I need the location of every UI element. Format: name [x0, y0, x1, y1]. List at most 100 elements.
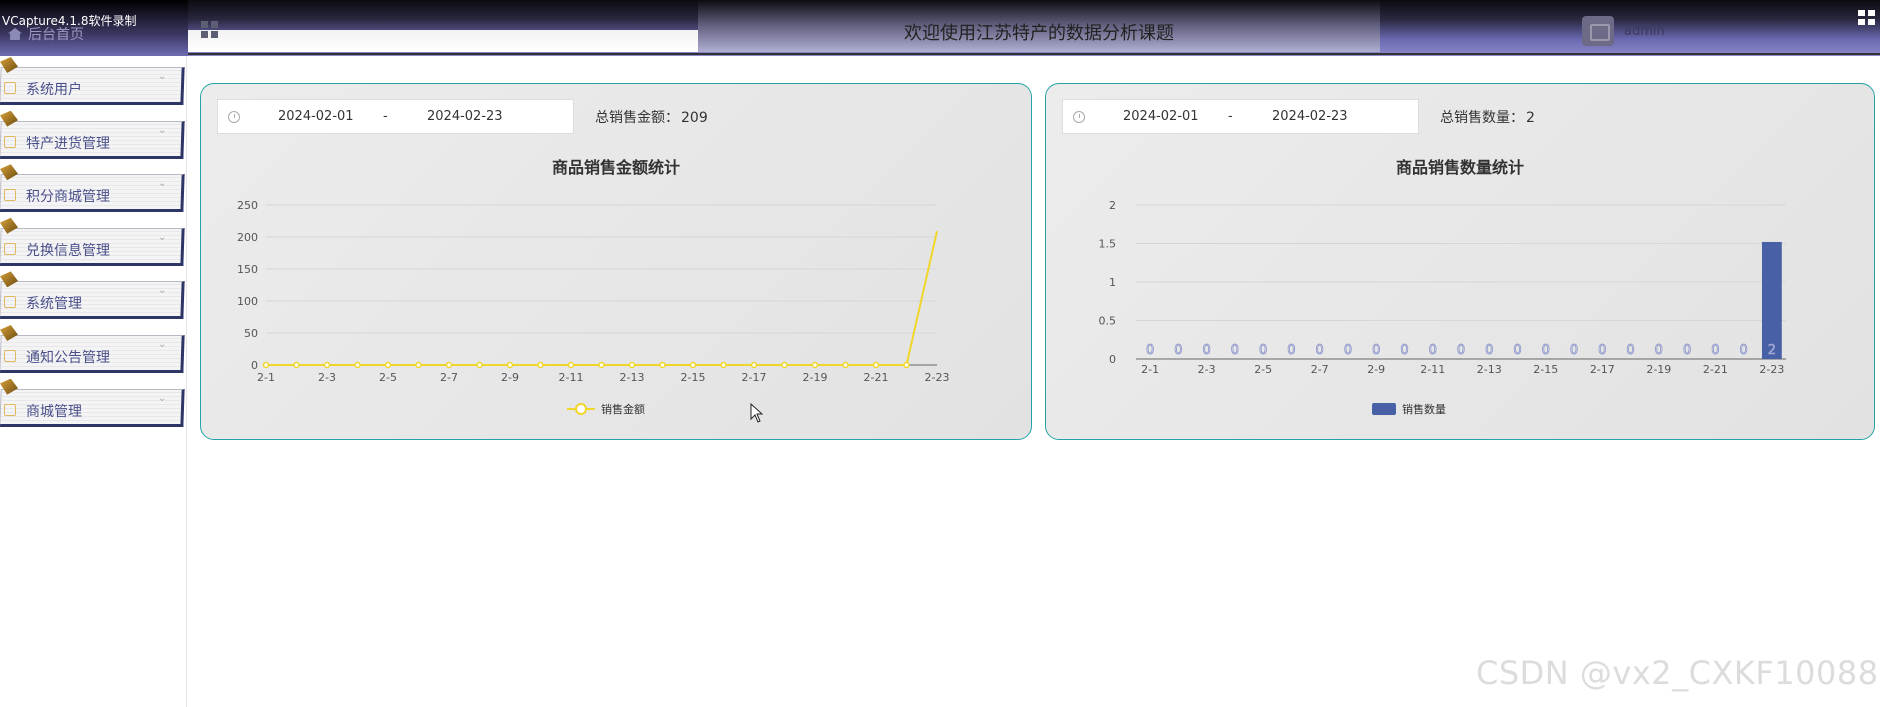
x-tick-label: 2-7	[440, 371, 458, 384]
data-point	[262, 361, 270, 369]
menu-toggle-grid-icon[interactable]	[201, 21, 218, 38]
y-tick-label: 50	[244, 327, 258, 340]
data-label: 0	[1287, 343, 1295, 358]
legend-swatch	[1372, 403, 1396, 415]
y-tick-label: 0	[1109, 353, 1116, 366]
data-label: 0	[1231, 343, 1239, 358]
data-point	[872, 361, 880, 369]
data-point	[354, 361, 361, 369]
x-tick-label: 2-23	[1759, 363, 1784, 376]
data-point	[628, 361, 636, 369]
sidebar-item-label: 系统用户	[26, 82, 82, 98]
data-point	[598, 361, 605, 369]
y-tick-label: 100	[237, 295, 258, 308]
x-tick-label: 2-21	[1703, 363, 1728, 376]
data-label: 0	[1372, 343, 1380, 358]
data-point	[506, 361, 514, 369]
header-divider	[188, 53, 1880, 55]
sidebar-item[interactable]: 通知公告管理 ⌄	[0, 325, 186, 373]
data-label: 0	[1146, 343, 1154, 358]
data-label: 2	[1768, 343, 1776, 358]
user-icon	[4, 82, 16, 94]
sidebar-item[interactable]: 积分商城管理 ⌄	[0, 164, 186, 213]
y-tick-label: 150	[237, 263, 258, 276]
series-line	[266, 231, 938, 366]
data-label: 0	[1570, 343, 1578, 358]
bar	[1761, 241, 1782, 359]
sidebar-item[interactable]: 特产进货管理 ⌄	[0, 110, 186, 159]
sidebar-item-label: 系统管理	[26, 296, 82, 313]
data-label: 0	[1683, 343, 1691, 358]
page-title: 欢迎使用江苏特产的数据分析课题	[904, 23, 1174, 44]
data-label: 0	[1711, 343, 1719, 358]
chevron-down-icon: ⌄	[158, 124, 167, 136]
x-tick-label: 2-1	[1141, 363, 1159, 376]
x-tick-label: 2-15	[1533, 363, 1558, 376]
x-tick-label: 2-17	[742, 371, 767, 384]
sidebar-item[interactable]: 兑换信息管理 ⌄	[0, 217, 186, 266]
user-menu[interactable]: admin	[1582, 16, 1665, 46]
data-label: 0	[1513, 343, 1521, 358]
data-point	[689, 361, 697, 369]
home-icon	[8, 28, 22, 40]
x-tick-label: 2-17	[1590, 363, 1615, 376]
chevron-down-icon: ⌄	[158, 231, 167, 243]
data-point	[811, 361, 819, 369]
data-point	[567, 361, 575, 369]
chevron-down-icon: ⌄	[158, 285, 167, 297]
y-tick-label: 1.5	[1099, 238, 1117, 251]
sidebar-item-label: 特产进货管理	[26, 135, 110, 152]
y-tick-label: 1	[1109, 276, 1116, 289]
data-point	[659, 361, 666, 369]
data-label: 0	[1457, 343, 1465, 358]
sidebar-item[interactable]: 系统用户 ⌄	[0, 57, 186, 105]
x-tick-label: 2-9	[501, 371, 519, 384]
username[interactable]: admin	[1624, 24, 1665, 39]
amount-line-chart: 0501001502002502-1 2-3 2-5 2-7 2-9 2-11 2-13 2-…	[237, 199, 950, 416]
avatar[interactable]	[1582, 16, 1614, 46]
data-point	[750, 361, 758, 369]
box-icon	[4, 242, 16, 255]
sidebar-item-label: 商城管理	[26, 403, 82, 420]
data-label: 0	[1485, 343, 1493, 358]
sidebar-item-label: 积分商城管理	[26, 189, 110, 206]
data-point	[720, 361, 727, 369]
info-icon	[4, 350, 16, 362]
sidebar-item-label: 兑换信息管理	[26, 242, 110, 259]
data-label: 0	[1739, 343, 1747, 358]
data-point	[415, 361, 422, 369]
legend-label: 销售金额	[601, 402, 645, 416]
data-label: 0	[1429, 343, 1437, 358]
x-tick-label: 2-23	[925, 371, 950, 384]
data-point	[537, 361, 544, 369]
x-tick-label: 2-15	[681, 371, 706, 384]
home-link[interactable]: 后台首页	[8, 24, 84, 44]
y-tick-label: 2	[1109, 199, 1116, 212]
sales-amount-panel: 2024-02-01 - 2024-02-23 总销售金额： 209 商品销售金额…	[200, 83, 1032, 440]
box-icon	[4, 135, 16, 148]
legend-marker	[575, 403, 587, 415]
y-tick-label: 200	[237, 231, 258, 244]
sidebar-item[interactable]: 系统管理 ⌄	[0, 271, 186, 320]
data-point	[445, 361, 453, 369]
quantity-bar-chart: 0 0.5 1 1.5 2 2-1 2-3 2-5 2-7 2-9 2-11 2-13 2-15 2-17…	[1099, 199, 1786, 416]
x-tick-label: 2-9	[1367, 363, 1385, 376]
box-icon	[4, 189, 16, 202]
sales-quantity-panel: 2024-02-01 - 2024-02-23 总销售数量： 2 商品销售数量统计…	[1045, 83, 1875, 440]
x-tick-label: 2-5	[1254, 363, 1272, 376]
x-tick-label: 2-19	[803, 371, 828, 384]
sidebar-item-label: 通知公告管理	[26, 350, 110, 366]
fullscreen-icon[interactable]	[1858, 10, 1876, 26]
data-label: 0	[1344, 343, 1352, 358]
sidebar-item[interactable]: 商城管理 ⌄	[0, 378, 186, 427]
csdn-watermark: CSDN @vx2_CXKF10088	[1476, 654, 1879, 692]
data-point	[384, 361, 392, 369]
header-strip	[188, 30, 698, 52]
mouse-cursor-icon	[750, 403, 764, 423]
x-tick-label: 2-5	[379, 371, 397, 384]
data-label: 0	[1598, 343, 1606, 358]
x-tick-label: 2-3	[318, 371, 336, 384]
data-point	[781, 361, 788, 369]
cart-icon	[4, 403, 16, 416]
x-tick-label: 2-11	[559, 371, 584, 384]
